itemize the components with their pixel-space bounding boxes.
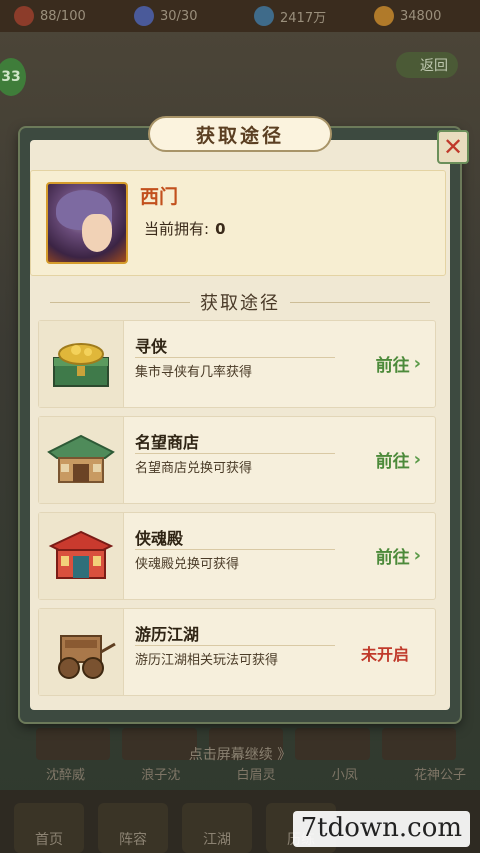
route-description: 侠魂殿兑换可获得 xyxy=(135,557,240,572)
hero-name-label: 小凤 xyxy=(331,768,358,783)
resource-gem: 2417万 xyxy=(240,4,360,28)
route-description: 集市寻侠有几率获得 xyxy=(135,365,253,380)
route-name: 寻侠 xyxy=(135,337,168,356)
coin-icon xyxy=(374,6,394,26)
shop-icon xyxy=(39,417,124,503)
section-title: 获取途径 xyxy=(40,290,440,314)
hero-name-label: 白眉灵 xyxy=(236,768,276,783)
temple-icon xyxy=(39,513,124,599)
go-button[interactable]: 前往 › xyxy=(376,351,421,376)
background-hero-names: 沈醉威 浪子沈 白眉灵 小凤 花神公子 xyxy=(46,764,466,783)
back-button: 返回 xyxy=(396,52,458,78)
divider xyxy=(135,645,335,646)
owned-value: 0 xyxy=(215,220,226,238)
nav-jianghu: 江湖 xyxy=(182,803,252,853)
hero-name-label: 浪子沈 xyxy=(141,768,181,783)
divider xyxy=(50,301,190,303)
route-item-soul-hall: 侠魂殿 侠魂殿兑换可获得 前往 › xyxy=(38,512,436,600)
stamina-icon xyxy=(134,6,154,26)
route-item-seek-hero: 寻侠 集市寻侠有几率获得 前往 › xyxy=(38,320,436,408)
treasure-chest-icon xyxy=(39,321,124,407)
divider xyxy=(290,301,430,303)
route-name: 侠魂殿 xyxy=(135,529,184,548)
hero-owned-count: 当前拥有: 0 xyxy=(144,218,226,239)
divider xyxy=(135,453,335,454)
locked-status: 未开启 xyxy=(360,645,409,664)
hero-name-label: 沈醉威 xyxy=(46,768,86,783)
resource-coin: 34800 xyxy=(360,4,480,28)
chevron-right-icon: › xyxy=(413,449,421,470)
divider xyxy=(135,357,335,358)
owned-label: 当前拥有: xyxy=(144,220,210,238)
route-description: 游历江湖相关玩法可获得 xyxy=(135,653,279,668)
dialog-title: 获取途径 xyxy=(148,116,332,152)
go-button[interactable]: 前往 › xyxy=(376,543,421,568)
portrait-face xyxy=(82,214,112,252)
route-name: 游历江湖 xyxy=(135,625,200,644)
nav-home: 首页 xyxy=(14,803,84,853)
divider xyxy=(135,549,335,550)
nav-lineup: 阵容 xyxy=(98,803,168,853)
route-name: 名望商店 xyxy=(135,433,200,452)
route-item-travel-jianghu: 游历江湖 游历江湖相关玩法可获得 未开启 xyxy=(38,608,436,696)
resource-bar: 88/100 30/30 2417万 34800 xyxy=(0,0,480,32)
energy-icon xyxy=(14,6,34,26)
cart-icon xyxy=(39,609,124,695)
route-item-fame-shop: 名望商店 名望商店兑换可获得 前往 › xyxy=(38,416,436,504)
chevron-right-icon: › xyxy=(413,545,421,566)
hero-name-label: 花神公子 xyxy=(413,768,466,783)
chevron-right-icon: › xyxy=(413,353,421,374)
close-button[interactable]: ✕ xyxy=(437,130,469,164)
watermark: 7tdown.com xyxy=(292,811,470,847)
resource-energy: 88/100 xyxy=(0,4,120,28)
hero-name: 西门 xyxy=(140,186,179,208)
tap-to-continue-hint[interactable]: 点击屏幕继续 》 xyxy=(0,744,480,764)
resource-stamina: 30/30 xyxy=(120,4,240,28)
gem-icon xyxy=(254,6,274,26)
go-button[interactable]: 前往 › xyxy=(376,447,421,472)
hero-portrait xyxy=(46,182,128,264)
close-icon: ✕ xyxy=(442,133,464,161)
route-description: 名望商店兑换可获得 xyxy=(135,461,253,476)
